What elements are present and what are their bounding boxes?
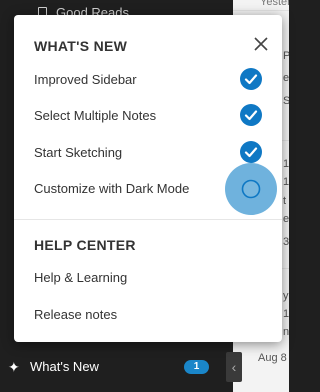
whats-new-button[interactable]: ✦ What's New 1 [0,350,222,384]
checkmark-icon [240,141,262,163]
whats-new-heading: WHAT'S NEW [34,38,128,54]
close-icon [254,37,268,51]
chevron-left-icon: ‹ [231,359,237,375]
whats-new-label: What's New [30,359,99,374]
release-notes-link[interactable]: Release notes [34,307,117,322]
note-fragment: 1 [283,176,289,188]
note-date: Aug 8 [258,352,287,364]
note-fragment: 3 [283,236,289,248]
note-fragment: e [283,213,289,225]
help-center-heading: HELP CENTER [34,237,136,253]
feature-label: Start Sketching [34,145,123,160]
help-learning-link[interactable]: Help & Learning [34,270,127,285]
whats-new-popup: WHAT'S NEW Improved Sidebar Select Multi… [14,15,282,342]
note-date: Yester [260,0,289,8]
note-fragment: n [283,326,289,338]
feature-label: Customize with Dark Mode [34,181,190,196]
note-fragment: S [283,95,289,107]
note-fragment: e [283,72,289,84]
feature-item-improved-sidebar[interactable]: Improved Sidebar [14,62,282,98]
note-fragment: y [283,290,289,302]
note-fragment: 1 [283,158,289,170]
close-button[interactable] [252,35,270,53]
sparkle-icon: ✦ [8,359,20,375]
unchecked-circle-icon[interactable] [241,179,261,199]
collapse-sidebar-button[interactable]: ‹ [226,352,242,382]
feature-label: Improved Sidebar [34,72,137,87]
checkmark-icon [240,104,262,126]
feature-label: Select Multiple Notes [34,108,157,123]
checkmark-icon [240,68,262,90]
whats-new-count-badge: 1 [184,360,209,374]
note-fragment: P [283,50,289,62]
section-divider [14,219,282,220]
note-fragment: t [283,195,287,207]
note-fragment: 1 [283,308,289,320]
list-divider [233,10,289,11]
feature-item-select-multiple-notes[interactable]: Select Multiple Notes [14,98,282,134]
